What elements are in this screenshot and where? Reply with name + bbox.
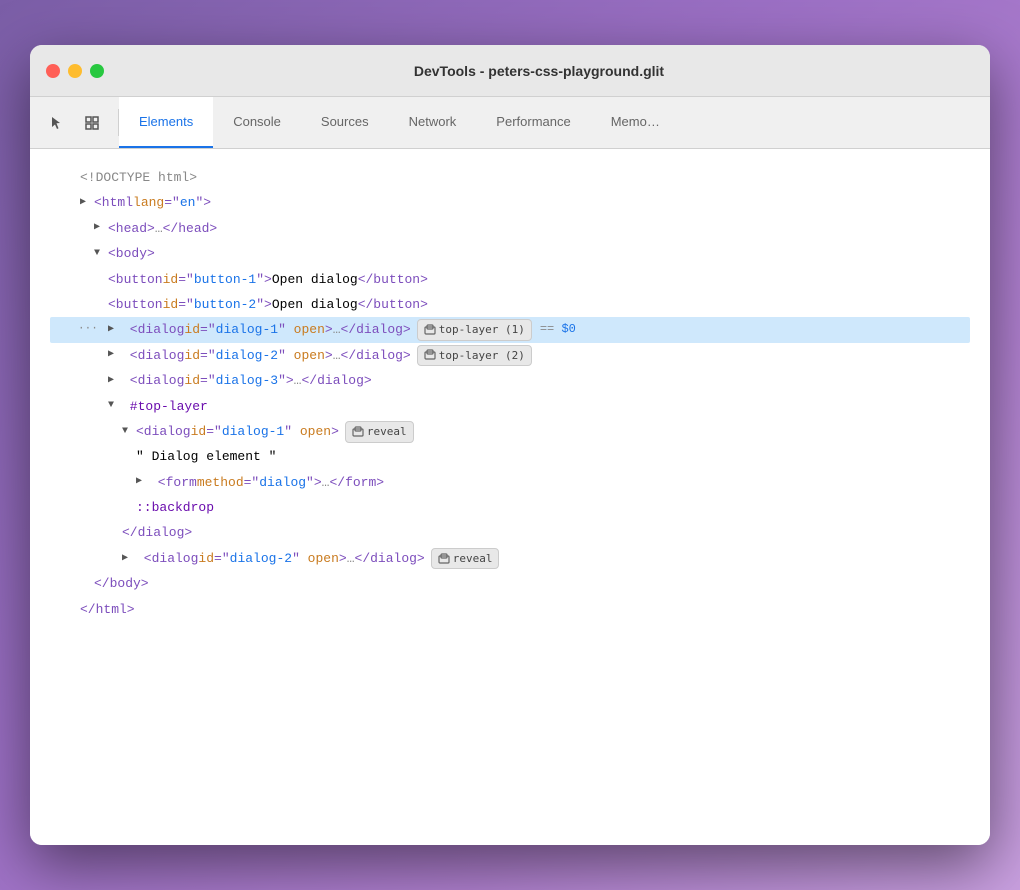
code-line-body-open: ▼ <body> (50, 241, 970, 266)
code-line-toplayer-dialog2: ▶ <dialog id="dialog-2" open>…</dialog> … (50, 546, 970, 571)
code-line-html-close: </html> (50, 597, 970, 622)
code-line-html: ▶ <html lang="en"> (50, 190, 970, 215)
code-line-button2: <button id="button-2">Open dialog</butto… (50, 292, 970, 317)
expand-html[interactable]: ▶ (80, 194, 94, 212)
code-line-dialog-text: " Dialog element " (50, 444, 970, 469)
tab-memory[interactable]: Memo… (591, 97, 680, 148)
reveal-badge-2[interactable]: reveal (431, 548, 500, 570)
close-button[interactable] (46, 64, 60, 78)
top-layer-2-badge[interactable]: top-layer (2) (417, 345, 532, 367)
inspect-icon[interactable] (78, 109, 106, 137)
top-layer-1-badge[interactable]: top-layer (1) (417, 319, 532, 341)
body-close-tag: </body> (94, 572, 149, 595)
elements-panel: <!DOCTYPE html> ▶ <html lang="en"> ▶ <he… (30, 149, 990, 845)
maximize-button[interactable] (90, 64, 104, 78)
window-title: DevTools - peters-css-playground.glit (104, 63, 974, 79)
expand-head[interactable]: ▶ (94, 219, 108, 237)
collapse-toplayer-dialog1[interactable]: ▼ (122, 423, 136, 441)
tab-performance[interactable]: Performance (476, 97, 590, 148)
code-line-button1: <button id="button-1">Open dialog</butto… (50, 267, 970, 292)
dialog-text-value: " Dialog element " (136, 445, 276, 468)
code-line-toplayer: ▼ #top-layer (50, 394, 970, 419)
code-line-dialog1[interactable]: ··· ▶ <dialog id="dialog-1" open>…</dial… (50, 317, 970, 342)
tabsbar: Elements Console Sources Network Perform… (30, 97, 990, 149)
backdrop-text: ::backdrop (136, 496, 214, 519)
code-line-toplayer-dialog1: ▼ <dialog id="dialog-1" open> reveal (50, 419, 970, 444)
code-line-dialog3: ▶ <dialog id="dialog-3">…</dialog> (50, 368, 970, 393)
doctype-text: <!DOCTYPE html> (80, 166, 197, 189)
code-line-backdrop: ::backdrop (50, 495, 970, 520)
collapse-toplayer[interactable]: ▼ (108, 397, 122, 415)
dollar-sign: $0 (554, 319, 576, 341)
devtools-toolbar (30, 97, 118, 148)
code-line-doctype: <!DOCTYPE html> (50, 165, 970, 190)
expand-dialog2[interactable]: ▶ (108, 346, 122, 364)
eq-sign: == (540, 319, 554, 341)
code-line-form: ▶ <form method="dialog">…</form> (50, 470, 970, 495)
cursor-icon[interactable] (42, 109, 70, 137)
tab-sources[interactable]: Sources (301, 97, 389, 148)
tab-network[interactable]: Network (389, 97, 477, 148)
expand-dialog1[interactable]: ▶ (108, 321, 122, 339)
tab-console[interactable]: Console (213, 97, 301, 148)
minimize-button[interactable] (68, 64, 82, 78)
expand-dialog3[interactable]: ▶ (108, 372, 122, 390)
code-line-dialog-close: </dialog> (50, 520, 970, 545)
code-line-body-close: </body> (50, 571, 970, 596)
expand-form[interactable]: ▶ (136, 473, 150, 491)
expand-toplayer-dialog2[interactable]: ▶ (122, 550, 136, 568)
traffic-lights (46, 64, 104, 78)
code-line-head: ▶ <head>…</head> (50, 216, 970, 241)
html-close-tag: </html> (80, 598, 135, 621)
titlebar: DevTools - peters-css-playground.glit (30, 45, 990, 97)
line-dots-dialog1: ··· (78, 320, 108, 340)
dialog-close-tag: </dialog> (122, 521, 192, 544)
collapse-body[interactable]: ▼ (94, 245, 108, 263)
devtools-window: DevTools - peters-css-playground.glit El… (30, 45, 990, 845)
tab-elements[interactable]: Elements (119, 97, 213, 148)
reveal-badge-1[interactable]: reveal (345, 421, 414, 443)
code-line-dialog2: ▶ <dialog id="dialog-2" open>…</dialog> … (50, 343, 970, 368)
